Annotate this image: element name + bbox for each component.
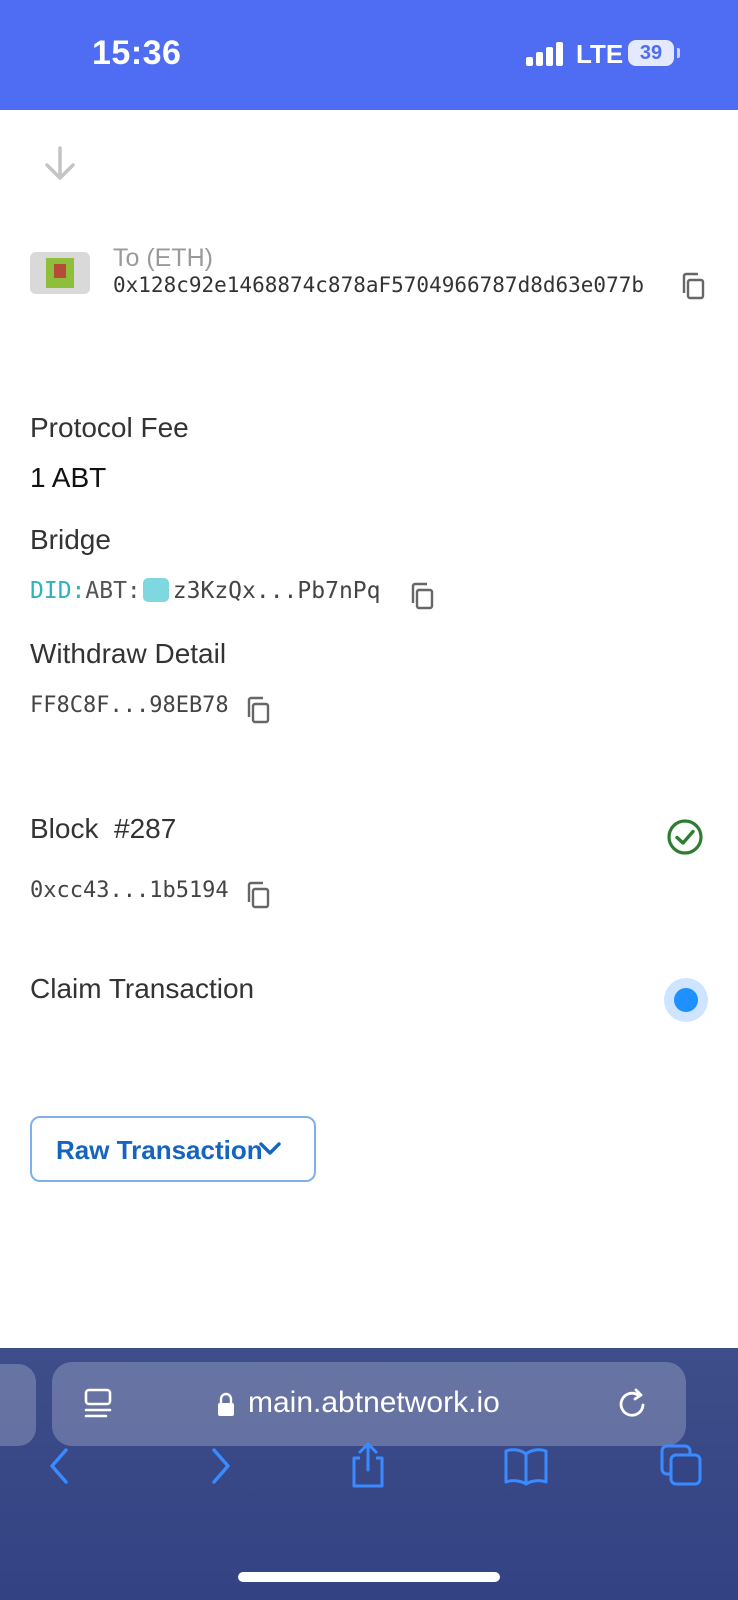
raw-transaction-button[interactable]: Raw Transaction	[30, 1116, 316, 1182]
did-avatar-icon	[142, 578, 169, 602]
raw-transaction-label: Raw Transaction	[56, 1135, 263, 1165]
status-time: 15:36	[92, 34, 182, 72]
arrow-down-icon	[45, 146, 75, 180]
block-heading: Block #287	[30, 813, 176, 845]
block-hash[interactable]: 0xcc43...1b5194	[30, 878, 229, 903]
lock-icon	[218, 1392, 234, 1416]
network-label: LTE	[576, 39, 624, 69]
tabs-icon[interactable]	[658, 1442, 704, 1488]
home-indicator	[238, 1572, 500, 1582]
copy-icon[interactable]	[680, 272, 706, 300]
chevron-down-icon	[259, 1142, 281, 1155]
share-icon[interactable]	[346, 1440, 390, 1490]
withdraw-detail-label: Withdraw Detail	[30, 638, 227, 669]
to-label: To (ETH)	[113, 244, 213, 272]
pending-dot-icon	[664, 978, 708, 1022]
url-text: main.abtnetwork.io	[248, 1386, 500, 1419]
avatar	[30, 252, 90, 294]
forward-icon[interactable]	[198, 1444, 242, 1488]
withdraw-detail-hash[interactable]: FF8C8F...98EB78	[30, 693, 229, 718]
previous-tab[interactable]	[0, 1364, 36, 1446]
reload-icon[interactable]	[616, 1386, 650, 1422]
status-bar: 15:36 LTE 39	[0, 0, 738, 110]
protocol-fee-label: Protocol Fee	[30, 412, 189, 443]
browser-toolbar: main.abtnetwork.io	[0, 1348, 738, 1600]
bookmarks-icon[interactable]	[502, 1444, 550, 1488]
block-number: #287	[114, 813, 177, 844]
bridge-did[interactable]: DID:ABT: z3KzQx...Pb7nPq	[30, 578, 381, 604]
copy-icon[interactable]	[245, 696, 271, 724]
signal-icon	[526, 42, 564, 66]
back-icon[interactable]	[40, 1444, 84, 1488]
to-address-row: To (ETH) 0x128c92e1468874c878aF570496678…	[30, 244, 720, 304]
did-chain: ABT:	[85, 578, 141, 604]
block-label: Block	[30, 813, 99, 844]
reader-menu-icon[interactable]	[82, 1384, 116, 1424]
bridge-address: z3KzQx...Pb7nPq	[172, 578, 381, 604]
protocol-fee-value: 1 ABT	[30, 462, 107, 493]
bridge-label: Bridge	[30, 524, 111, 555]
battery-icon: 39	[628, 40, 680, 66]
address-bar[interactable]: main.abtnetwork.io	[52, 1362, 686, 1446]
claim-transaction-label: Claim Transaction	[30, 973, 255, 1004]
check-circle-icon	[667, 819, 703, 855]
copy-icon[interactable]	[409, 582, 435, 610]
did-prefix: DID:	[30, 578, 86, 604]
copy-icon[interactable]	[245, 881, 271, 909]
to-address: 0x128c92e1468874c878aF5704966787d8d63e07…	[113, 273, 645, 297]
